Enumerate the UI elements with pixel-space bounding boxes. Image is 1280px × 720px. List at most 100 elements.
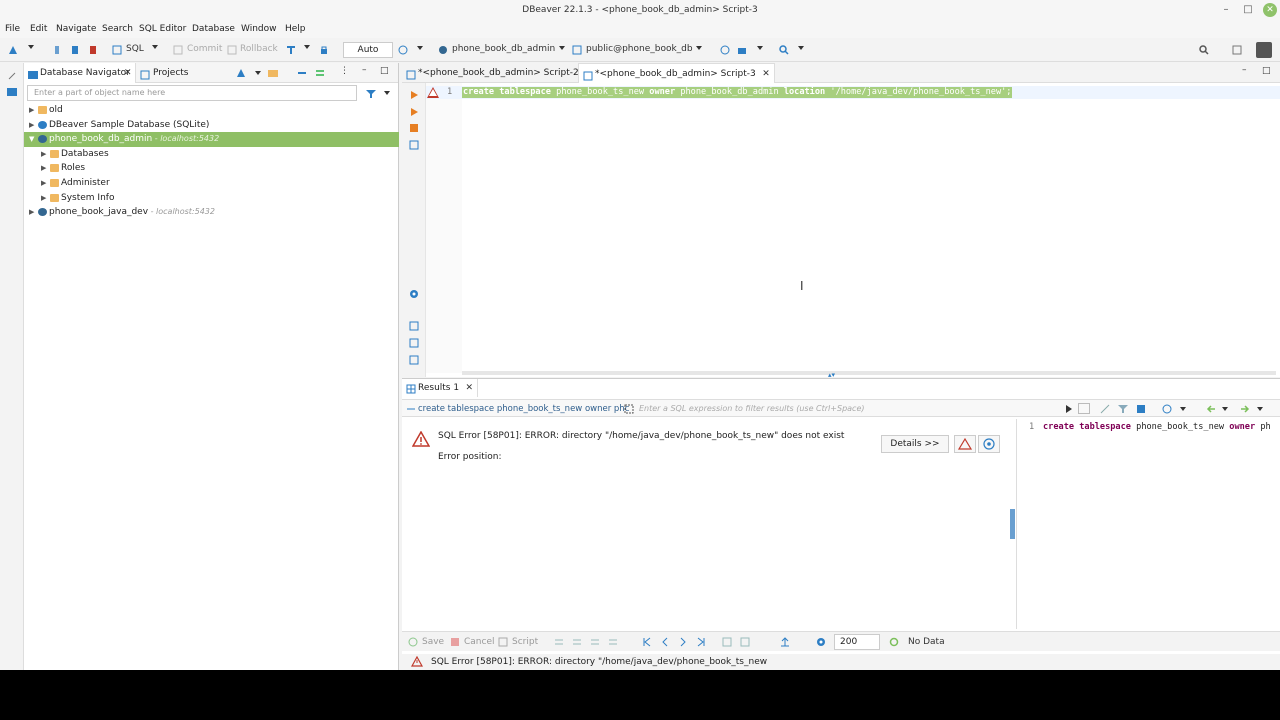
menu-help[interactable]: Help	[285, 24, 306, 34]
reconnect-icon[interactable]	[70, 45, 80, 55]
chevron-down-icon[interactable]	[417, 46, 423, 50]
first-page-icon[interactable]	[642, 637, 652, 647]
previous-page-icon[interactable]	[660, 637, 670, 647]
close-icon[interactable]: ✕	[762, 64, 770, 84]
menu-file[interactable]: File	[5, 24, 20, 34]
chevron-down-icon[interactable]	[798, 46, 804, 50]
script-button[interactable]: Script	[512, 637, 538, 647]
perspective-icon[interactable]	[1232, 45, 1242, 55]
export-icon[interactable]	[409, 321, 419, 331]
export-icon[interactable]	[780, 637, 790, 647]
explain-plan-icon[interactable]	[409, 140, 419, 150]
save-button[interactable]: Save	[422, 637, 444, 647]
tree-item[interactable]: ▶ old	[24, 103, 399, 118]
menu-navigate[interactable]: Navigate	[56, 24, 96, 34]
expand-filter-icon[interactable]	[624, 404, 634, 414]
menu-sql-editor[interactable]: SQL Editor	[139, 24, 186, 34]
close-icon[interactable]: ✕	[124, 63, 132, 83]
navigator-filter-input[interactable]: Enter a part of object name here	[27, 85, 357, 101]
menu-search[interactable]: Search	[102, 24, 133, 34]
chevron-down-icon[interactable]	[1257, 407, 1263, 411]
close-window-button[interactable]: ✕	[1263, 3, 1277, 17]
back-arrow-icon[interactable]	[1206, 404, 1216, 414]
fetch-size-input[interactable]: 200	[834, 634, 880, 650]
panel-splitter-handle[interactable]	[1010, 509, 1015, 539]
chevron-right-icon[interactable]: ▶	[29, 205, 34, 220]
close-icon[interactable]: ✕	[466, 379, 474, 397]
chevron-right-icon[interactable]: ▶	[41, 176, 46, 191]
chevron-down-icon[interactable]	[757, 46, 763, 50]
transaction-mode-icon[interactable]	[286, 45, 296, 55]
maximize-button[interactable]: □	[1241, 3, 1255, 17]
menu-database[interactable]: Database	[192, 24, 235, 34]
delete-row-icon[interactable]	[608, 637, 618, 647]
tools-icon[interactable]	[737, 45, 747, 55]
commit-button[interactable]: Commit	[187, 44, 222, 54]
gear-icon[interactable]	[816, 637, 826, 647]
import-icon[interactable]	[409, 338, 419, 348]
add-row-icon[interactable]	[572, 637, 582, 647]
tab-script-2[interactable]: *<phone_book_db_admin> Script-2	[402, 63, 597, 83]
tree-item[interactable]: ▶ Databases	[24, 147, 399, 162]
transaction-mode-select[interactable]: Auto	[343, 42, 393, 58]
query-text[interactable]: create tablespace phone_book_ts_new owne…	[1043, 422, 1271, 432]
chevron-down-icon[interactable]	[696, 46, 702, 50]
chevron-right-icon[interactable]: ▶	[29, 118, 34, 133]
navigator-icon[interactable]	[7, 87, 17, 97]
rollback-button[interactable]: Rollback	[240, 44, 278, 54]
chevron-down-icon[interactable]	[255, 71, 261, 75]
error-log-icon[interactable]	[954, 435, 976, 453]
chevron-right-icon[interactable]: ▶	[41, 147, 46, 162]
menu-edit[interactable]: Edit	[30, 24, 47, 34]
sql-editor-button[interactable]: SQL	[126, 44, 144, 54]
chevron-down-icon[interactable]	[1180, 407, 1186, 411]
tree-item[interactable]: ▶ Administer	[24, 176, 399, 191]
tab-script-3[interactable]: *<phone_book_db_admin> Script-3 ✕	[578, 63, 775, 83]
chevron-down-icon[interactable]	[152, 45, 158, 49]
error-marker-icon[interactable]	[427, 87, 439, 98]
collapse-all-icon[interactable]	[297, 68, 307, 78]
tree-item[interactable]: ▼ phone_book_db_admin - localhost:5432	[24, 132, 399, 147]
chevron-down-icon[interactable]	[384, 91, 390, 95]
next-page-icon[interactable]	[678, 637, 688, 647]
details-button[interactable]: Details >>	[881, 435, 949, 453]
fetch-all-icon[interactable]	[740, 637, 750, 647]
maximize-view-icon[interactable]: □	[380, 66, 389, 76]
new-folder-icon[interactable]	[268, 68, 278, 78]
filter-icon[interactable]	[366, 89, 376, 99]
execute-statement-icon[interactable]	[409, 90, 419, 100]
copy-row-icon[interactable]	[590, 637, 600, 647]
connect-icon[interactable]	[52, 45, 62, 55]
active-connection-selector[interactable]: phone_book_db_admin	[452, 44, 555, 54]
global-search-icon[interactable]	[1199, 45, 1209, 55]
tree-item[interactable]: ▶ phone_book_java_dev - localhost:5432	[24, 205, 399, 220]
chevron-down-icon[interactable]	[304, 45, 310, 49]
horizontal-scrollbar[interactable]	[462, 371, 1276, 375]
chevron-down-icon[interactable]	[28, 45, 34, 49]
lock-icon[interactable]	[319, 45, 329, 55]
filter-settings-icon[interactable]	[1136, 404, 1146, 414]
erase-filter-icon[interactable]	[1100, 404, 1110, 414]
cancel-button[interactable]: Cancel	[464, 637, 495, 647]
tab-results-1[interactable]: Results 1 ✕	[402, 379, 479, 397]
search-icon[interactable]	[779, 45, 789, 55]
tab-projects[interactable]: Projects	[137, 63, 207, 83]
tab-database-navigator[interactable]: Database Navigator ✕	[24, 63, 136, 83]
restore-icon[interactable]	[7, 71, 17, 81]
minimize-view-icon[interactable]: –	[362, 65, 367, 75]
refresh-icon[interactable]	[889, 637, 899, 647]
active-schema-selector[interactable]: public@phone_book_db	[586, 44, 693, 54]
new-connection-icon[interactable]	[236, 68, 246, 78]
link-with-editor-icon[interactable]	[315, 68, 325, 78]
tree-item[interactable]: ▶ System Info	[24, 191, 399, 206]
chevron-down-icon[interactable]: ▼	[29, 132, 34, 147]
sql-code-line[interactable]: create tablespace phone_book_ts_new owne…	[462, 87, 1013, 98]
disconnect-icon[interactable]	[88, 45, 98, 55]
results-filter-input[interactable]: Enter a SQL expression to filter results…	[639, 404, 864, 413]
apply-filter-icon[interactable]	[1064, 404, 1074, 414]
execute-new-tab-icon[interactable]	[409, 123, 419, 133]
filter-history-dropdown[interactable]	[1078, 403, 1090, 414]
sql-editor-icon[interactable]	[112, 45, 122, 55]
last-page-icon[interactable]	[696, 637, 706, 647]
query-preview[interactable]: create tablespace phone_book_ts_new owne…	[418, 404, 629, 414]
